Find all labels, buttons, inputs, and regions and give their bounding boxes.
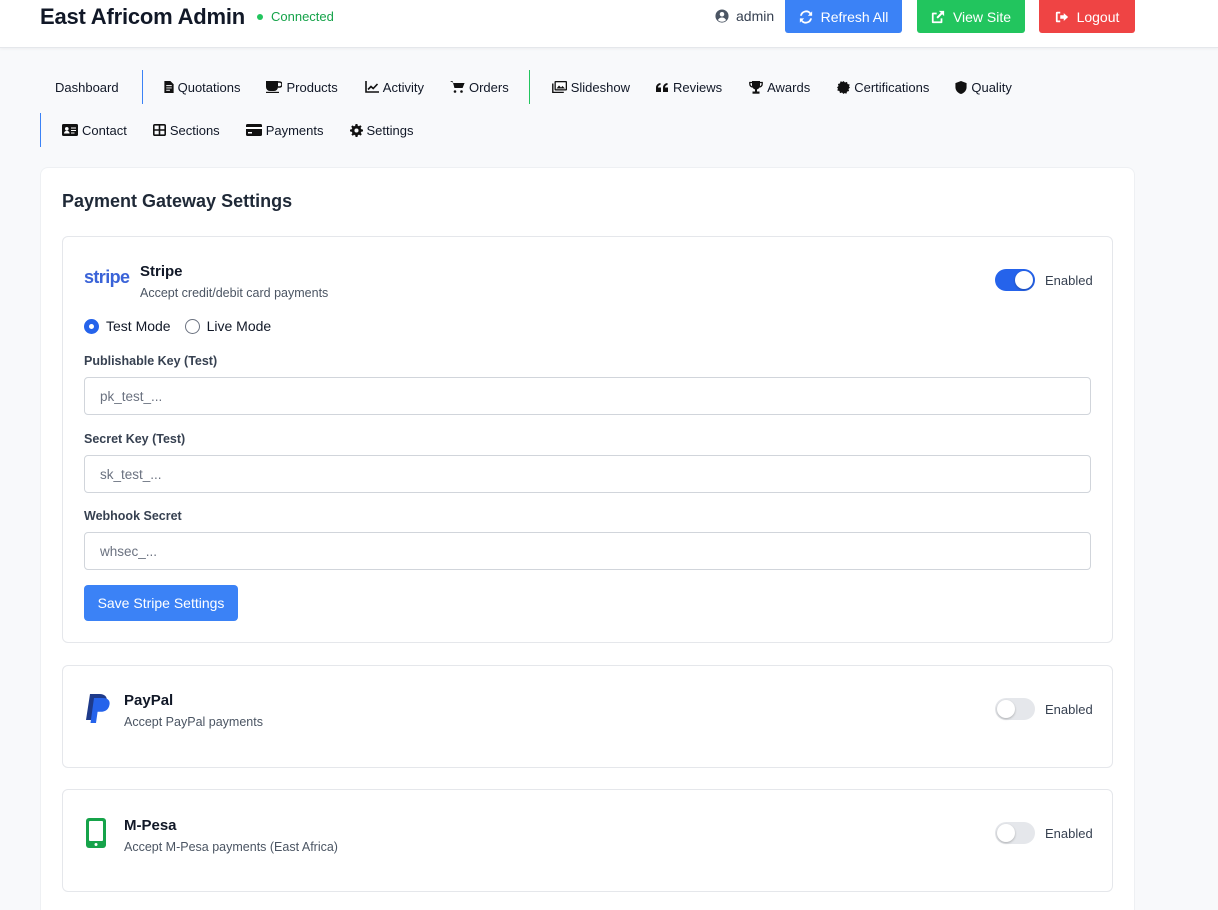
page-title: Payment Gateway Settings bbox=[62, 191, 293, 211]
paypal-name: PayPal bbox=[124, 692, 174, 709]
stripe-name: Stripe bbox=[140, 263, 183, 280]
nav-quotations-label: Quotations bbox=[177, 79, 241, 95]
nav-products-label: Products bbox=[286, 79, 338, 95]
stripe-enable-toggle[interactable] bbox=[995, 269, 1035, 291]
current-user: admin bbox=[715, 8, 774, 24]
nav-slideshow-label: Slideshow bbox=[570, 79, 630, 95]
nav-dashboard-label: Dashboard bbox=[55, 79, 119, 95]
nav-slideshow[interactable]: Slideshow bbox=[551, 70, 630, 104]
gear-icon bbox=[349, 123, 363, 137]
paypal-enabled-label: Enabled bbox=[1045, 702, 1093, 717]
secret-key-input[interactable] bbox=[84, 455, 1091, 493]
nav-quality-label: Quality bbox=[971, 79, 1012, 95]
nav-awards-label: Awards bbox=[767, 79, 811, 95]
nav-separator bbox=[40, 113, 41, 147]
nav-certifications-label: Certifications bbox=[854, 79, 930, 95]
nav-reviews-label: Reviews bbox=[672, 79, 723, 95]
save-stripe-settings-button[interactable]: Save Stripe Settings bbox=[84, 585, 238, 621]
stripe-description: Accept credit/debit card payments bbox=[140, 286, 329, 300]
view-site-label: View Site bbox=[952, 8, 1012, 25]
line-chart-icon bbox=[364, 81, 379, 93]
connection-status: Connected bbox=[257, 9, 334, 24]
nav-orders-label: Orders bbox=[468, 79, 509, 95]
certificate-icon bbox=[837, 80, 851, 94]
test-mode-label: Test Mode bbox=[106, 318, 171, 334]
nav-certifications[interactable]: Certifications bbox=[837, 70, 929, 104]
live-mode-label: Live Mode bbox=[206, 318, 272, 334]
nav-payments[interactable]: Payments bbox=[245, 113, 324, 147]
webhook-secret-label: Webhook Secret bbox=[84, 509, 182, 523]
stripe-mode-selector: Test Mode Live Mode bbox=[84, 318, 285, 334]
nav-awards[interactable]: Awards bbox=[749, 70, 810, 104]
shopping-cart-icon bbox=[449, 81, 465, 93]
live-mode-radio[interactable] bbox=[184, 318, 200, 334]
test-mode-radio[interactable] bbox=[84, 318, 99, 334]
view-site-button[interactable]: View Site bbox=[917, 0, 1025, 33]
stripe-enabled-label: Enabled bbox=[1045, 273, 1093, 288]
logout-label: Logout bbox=[1076, 8, 1120, 25]
nav-contact[interactable]: Contact bbox=[62, 113, 127, 147]
refresh-all-button[interactable]: Refresh All bbox=[785, 0, 902, 33]
table-cells-icon bbox=[152, 124, 166, 136]
publishable-key-label: Publishable Key (Test) bbox=[84, 354, 218, 368]
quote-icon bbox=[655, 83, 668, 92]
stripe-logo: stripe bbox=[84, 267, 130, 287]
nav-quotations[interactable]: Quotations bbox=[163, 70, 241, 104]
images-icon bbox=[551, 81, 567, 93]
mug-icon bbox=[266, 81, 283, 93]
nav-orders[interactable]: Orders bbox=[449, 70, 509, 104]
toggle-knob bbox=[997, 700, 1015, 718]
nav-quality[interactable]: Quality bbox=[955, 70, 1012, 104]
file-invoice-icon bbox=[163, 81, 174, 93]
refresh-icon bbox=[799, 9, 812, 24]
sign-out-icon bbox=[1055, 11, 1068, 22]
toggle-knob bbox=[997, 824, 1015, 842]
shield-icon bbox=[955, 80, 967, 94]
connection-status-label: Connected bbox=[271, 9, 334, 24]
paypal-enable-toggle[interactable] bbox=[995, 698, 1035, 720]
nav-activity-label: Activity bbox=[382, 79, 424, 95]
nav-products[interactable]: Products bbox=[266, 70, 338, 104]
paypal-description: Accept PayPal payments bbox=[124, 715, 263, 729]
external-link-icon bbox=[931, 10, 945, 23]
nav-payments-label: Payments bbox=[265, 122, 324, 138]
top-header: East Africom Admin Connected admin Refre… bbox=[0, 0, 1218, 48]
nav-separator bbox=[528, 70, 530, 104]
publishable-key-input[interactable] bbox=[84, 377, 1091, 415]
nav-contact-label: Contact bbox=[82, 122, 127, 138]
status-dot-icon bbox=[257, 13, 263, 20]
nav-sections[interactable]: Sections bbox=[152, 113, 220, 147]
nav-separator bbox=[141, 70, 143, 104]
nav-row-1: Dashboard Quotations Products Activity O… bbox=[40, 70, 1012, 104]
nav-sections-label: Sections bbox=[169, 122, 220, 138]
trophy-icon bbox=[749, 80, 763, 94]
paypal-icon bbox=[86, 694, 110, 723]
mpesa-description: Accept M-Pesa payments (East Africa) bbox=[124, 840, 338, 854]
nav-row-2: Contact Sections Payments Settings bbox=[40, 113, 413, 147]
mpesa-name: M-Pesa bbox=[124, 817, 177, 834]
credit-card-icon bbox=[245, 124, 262, 136]
mpesa-enabled-label: Enabled bbox=[1045, 826, 1093, 841]
refresh-all-label: Refresh All bbox=[820, 8, 889, 25]
toggle-knob bbox=[1015, 271, 1033, 289]
webhook-secret-input[interactable] bbox=[84, 532, 1091, 570]
address-card-icon bbox=[62, 124, 78, 136]
user-circle-icon bbox=[715, 9, 729, 23]
nav-activity[interactable]: Activity bbox=[364, 70, 424, 104]
secret-key-label: Secret Key (Test) bbox=[84, 432, 186, 446]
nav-settings[interactable]: Settings bbox=[349, 113, 414, 147]
nav-settings-label: Settings bbox=[366, 122, 414, 138]
logout-button[interactable]: Logout bbox=[1039, 0, 1135, 33]
nav-reviews[interactable]: Reviews bbox=[655, 70, 723, 104]
brand-title: East Africom Admin bbox=[40, 4, 246, 29]
current-user-name: admin bbox=[736, 8, 775, 24]
mobile-phone-icon bbox=[86, 818, 106, 848]
mpesa-enable-toggle[interactable] bbox=[995, 822, 1035, 844]
nav-dashboard[interactable]: Dashboard bbox=[55, 70, 119, 104]
